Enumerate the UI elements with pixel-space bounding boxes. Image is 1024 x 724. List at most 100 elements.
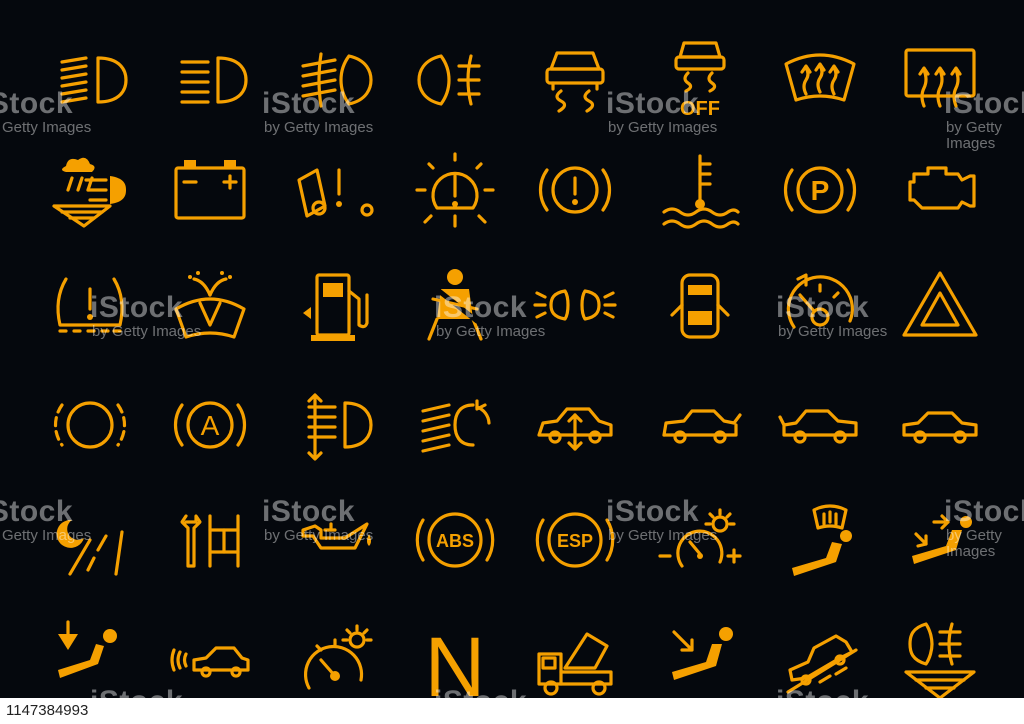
cell — [515, 25, 635, 125]
tipper-truck-icon — [537, 632, 613, 696]
parking-label: P — [811, 175, 830, 206]
cell: A — [150, 375, 270, 475]
cell — [275, 140, 395, 240]
cell — [640, 375, 760, 475]
cell — [395, 30, 515, 130]
side-lights-icon — [533, 289, 617, 321]
cell — [640, 610, 760, 710]
recirculation-airflow-icon — [912, 514, 972, 564]
car-outline-icon — [902, 411, 978, 444]
cell — [760, 255, 880, 355]
footwell-airflow-icon — [58, 620, 117, 678]
auto-label: A — [201, 410, 220, 441]
abs-label: ABS — [436, 531, 474, 551]
battery-icon — [174, 160, 246, 220]
door-open-icon — [670, 273, 730, 339]
abs-icon: ABS — [415, 512, 495, 568]
cell — [275, 375, 395, 475]
cell — [150, 610, 270, 710]
cell — [275, 490, 395, 590]
cell — [515, 610, 635, 710]
traction-control-icon — [545, 51, 605, 113]
cell — [150, 255, 270, 355]
cell — [760, 375, 880, 475]
cell — [880, 490, 1000, 590]
cell: OFF — [640, 25, 760, 125]
headlight-leveling-icon — [307, 393, 373, 461]
fog-light-rain-icon — [904, 622, 976, 700]
cell — [515, 255, 635, 355]
trunk-open-icon — [778, 409, 858, 444]
cell — [515, 140, 635, 240]
off-label: OFF — [680, 98, 720, 120]
seatbelt-icon — [427, 269, 483, 341]
traction-control-off-icon: OFF — [674, 41, 726, 120]
brake-pad-icon — [53, 401, 127, 449]
cell: P — [760, 140, 880, 240]
front-fog-light-icon — [417, 54, 481, 106]
esp-icon: ESP — [535, 512, 615, 568]
rain-light-sensor-icon — [52, 157, 126, 228]
cell — [395, 140, 515, 240]
cell — [640, 490, 760, 590]
cell — [640, 255, 760, 355]
cell — [760, 610, 880, 710]
rear-fog-light-icon — [301, 52, 373, 108]
cell — [150, 490, 270, 590]
cell — [30, 375, 150, 475]
low-fuel-icon — [303, 273, 369, 341]
cruise-control-icon — [786, 273, 854, 329]
windshield-defrost-icon — [784, 53, 856, 102]
cell — [30, 255, 150, 355]
cell — [150, 30, 270, 130]
hill-descent-icon — [786, 634, 858, 694]
rear-window-defrost-icon — [904, 48, 976, 108]
auto-start-stop-icon: A — [173, 401, 247, 449]
exterior-light-fault-icon — [415, 152, 495, 228]
cell — [275, 255, 395, 355]
low-beam-icon — [180, 56, 248, 104]
cell — [880, 255, 1000, 355]
door-warning-icon — [297, 168, 374, 218]
gear-neutral-icon: N — [425, 620, 486, 714]
cell — [30, 610, 150, 710]
cell — [275, 610, 395, 710]
tire-pressure-icon — [56, 277, 124, 333]
parking-sensor-icon — [170, 646, 250, 678]
cell — [395, 255, 515, 355]
cell — [275, 30, 395, 130]
cell — [30, 30, 150, 130]
esp-label: ESP — [557, 531, 593, 551]
cell — [880, 610, 1000, 710]
cell — [880, 30, 1000, 130]
cell — [640, 140, 760, 240]
cell: N — [395, 610, 515, 714]
warning-icon-grid: OFF P A ABS ESP N — [0, 0, 1024, 724]
washer-fluid-icon — [174, 271, 246, 339]
parking-brake-icon: P — [783, 166, 857, 214]
check-engine-icon — [908, 166, 976, 210]
cell — [30, 490, 150, 590]
hood-open-icon — [662, 409, 742, 444]
speedometer-brightness-icon — [303, 624, 373, 690]
hazard-triangle-icon — [902, 271, 978, 337]
cell — [760, 490, 880, 590]
coolant-temperature-icon — [662, 154, 740, 229]
cell — [30, 140, 150, 240]
brake-warning-icon — [538, 166, 612, 214]
high-beam-icon — [60, 56, 128, 104]
suspension-icon — [537, 407, 613, 451]
cell — [395, 375, 515, 475]
stock-id: 1147384993 — [6, 702, 89, 719]
cell — [150, 140, 270, 240]
cell — [880, 375, 1000, 475]
cell — [515, 375, 635, 475]
cell: ESP — [515, 490, 635, 590]
face-airflow-icon — [672, 627, 733, 680]
cell — [880, 140, 1000, 240]
footer-bar: 1147384993 — [0, 698, 1024, 724]
cell: ABS — [395, 490, 515, 590]
cell — [760, 30, 880, 130]
windshield-airflow-icon — [792, 504, 852, 576]
adaptive-headlight-icon — [421, 399, 491, 453]
